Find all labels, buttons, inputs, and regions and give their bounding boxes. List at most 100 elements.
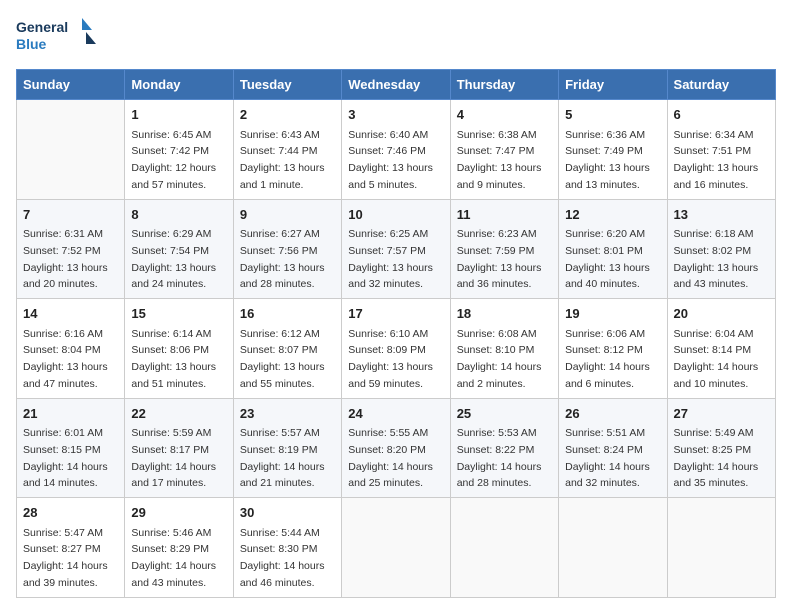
day-cell: 11 Sunrise: 6:23 AM Sunset: 7:59 PM Dayli… xyxy=(450,199,558,299)
day-number: 17 xyxy=(348,304,443,324)
day-number: 5 xyxy=(565,105,660,125)
day-number: 11 xyxy=(457,205,552,225)
day-info: Sunrise: 5:47 AM Sunset: 8:27 PM Dayligh… xyxy=(23,527,108,589)
header-cell-saturday: Saturday xyxy=(667,70,775,100)
day-cell: 19 Sunrise: 6:06 AM Sunset: 8:12 PM Dayli… xyxy=(559,299,667,399)
day-cell: 17 Sunrise: 6:10 AM Sunset: 8:09 PM Dayli… xyxy=(342,299,450,399)
day-cell: 2 Sunrise: 6:43 AM Sunset: 7:44 PM Daylig… xyxy=(233,100,341,200)
svg-text:Blue: Blue xyxy=(16,36,47,52)
day-info: Sunrise: 6:18 AM Sunset: 8:02 PM Dayligh… xyxy=(674,228,759,290)
day-info: Sunrise: 6:45 AM Sunset: 7:42 PM Dayligh… xyxy=(131,129,216,191)
day-info: Sunrise: 6:34 AM Sunset: 7:51 PM Dayligh… xyxy=(674,129,759,191)
week-row-4: 21 Sunrise: 6:01 AM Sunset: 8:15 PM Dayli… xyxy=(17,398,776,498)
day-cell: 21 Sunrise: 6:01 AM Sunset: 8:15 PM Dayli… xyxy=(17,398,125,498)
day-cell: 9 Sunrise: 6:27 AM Sunset: 7:56 PM Daylig… xyxy=(233,199,341,299)
day-number: 7 xyxy=(23,205,118,225)
calendar-body: 1Sunrise: 6:45 AM Sunset: 7:42 PM Daylig… xyxy=(17,100,776,598)
day-number: 16 xyxy=(240,304,335,324)
day-cell: 15 Sunrise: 6:14 AM Sunset: 8:06 PM Dayli… xyxy=(125,299,233,399)
day-number: 19 xyxy=(565,304,660,324)
day-info: Sunrise: 5:53 AM Sunset: 8:22 PM Dayligh… xyxy=(457,427,542,489)
svg-text:General: General xyxy=(16,19,68,35)
day-number: 30 xyxy=(240,503,335,523)
day-number: 27 xyxy=(674,404,769,424)
header-cell-tuesday: Tuesday xyxy=(233,70,341,100)
day-cell: 25 Sunrise: 5:53 AM Sunset: 8:22 PM Dayli… xyxy=(450,398,558,498)
day-cell: 26 Sunrise: 5:51 AM Sunset: 8:24 PM Dayli… xyxy=(559,398,667,498)
day-cell: 30 Sunrise: 5:44 AM Sunset: 8:30 PM Dayli… xyxy=(233,498,341,598)
day-info: Sunrise: 6:27 AM Sunset: 7:56 PM Dayligh… xyxy=(240,228,325,290)
day-cell: 5 Sunrise: 6:36 AM Sunset: 7:49 PM Daylig… xyxy=(559,100,667,200)
day-info: Sunrise: 6:06 AM Sunset: 8:12 PM Dayligh… xyxy=(565,328,650,390)
day-info: Sunrise: 6:43 AM Sunset: 7:44 PM Dayligh… xyxy=(240,129,325,191)
day-cell: 14Sunrise: 6:16 AM Sunset: 8:04 PM Dayli… xyxy=(17,299,125,399)
day-info: Sunrise: 5:46 AM Sunset: 8:29 PM Dayligh… xyxy=(131,527,216,589)
day-info: Sunrise: 5:44 AM Sunset: 8:30 PM Dayligh… xyxy=(240,527,325,589)
day-cell: 24 Sunrise: 5:55 AM Sunset: 8:20 PM Dayli… xyxy=(342,398,450,498)
day-info: Sunrise: 6:29 AM Sunset: 7:54 PM Dayligh… xyxy=(131,228,216,290)
day-info: Sunrise: 5:59 AM Sunset: 8:17 PM Dayligh… xyxy=(131,427,216,489)
day-info: Sunrise: 6:04 AM Sunset: 8:14 PM Dayligh… xyxy=(674,328,759,390)
header: General Blue xyxy=(16,16,776,61)
day-info: Sunrise: 6:23 AM Sunset: 7:59 PM Dayligh… xyxy=(457,228,542,290)
day-info: Sunrise: 6:14 AM Sunset: 8:06 PM Dayligh… xyxy=(131,328,216,390)
week-row-2: 7 Sunrise: 6:31 AM Sunset: 7:52 PM Daylig… xyxy=(17,199,776,299)
day-info: Sunrise: 6:16 AM Sunset: 8:04 PM Dayligh… xyxy=(23,328,108,390)
header-cell-thursday: Thursday xyxy=(450,70,558,100)
day-number: 24 xyxy=(348,404,443,424)
day-number: 22 xyxy=(131,404,226,424)
day-cell: 27 Sunrise: 5:49 AM Sunset: 8:25 PM Dayli… xyxy=(667,398,775,498)
day-info: Sunrise: 6:31 AM Sunset: 7:52 PM Dayligh… xyxy=(23,228,108,290)
header-cell-wednesday: Wednesday xyxy=(342,70,450,100)
day-cell: 12 Sunrise: 6:20 AM Sunset: 8:01 PM Dayli… xyxy=(559,199,667,299)
day-cell: 1Sunrise: 6:45 AM Sunset: 7:42 PM Daylig… xyxy=(125,100,233,200)
day-number: 25 xyxy=(457,404,552,424)
day-number: 15 xyxy=(131,304,226,324)
day-number: 9 xyxy=(240,205,335,225)
day-info: Sunrise: 5:51 AM Sunset: 8:24 PM Dayligh… xyxy=(565,427,650,489)
day-number: 2 xyxy=(240,105,335,125)
day-number: 3 xyxy=(348,105,443,125)
day-info: Sunrise: 5:49 AM Sunset: 8:25 PM Dayligh… xyxy=(674,427,759,489)
day-number: 28 xyxy=(23,503,118,523)
day-info: Sunrise: 6:10 AM Sunset: 8:09 PM Dayligh… xyxy=(348,328,433,390)
day-cell xyxy=(17,100,125,200)
day-info: Sunrise: 6:40 AM Sunset: 7:46 PM Dayligh… xyxy=(348,129,433,191)
day-cell: 20Sunrise: 6:04 AM Sunset: 8:14 PM Dayli… xyxy=(667,299,775,399)
day-cell xyxy=(559,498,667,598)
week-row-3: 14Sunrise: 6:16 AM Sunset: 8:04 PM Dayli… xyxy=(17,299,776,399)
day-info: Sunrise: 6:36 AM Sunset: 7:49 PM Dayligh… xyxy=(565,129,650,191)
day-cell: 4 Sunrise: 6:38 AM Sunset: 7:47 PM Daylig… xyxy=(450,100,558,200)
day-number: 10 xyxy=(348,205,443,225)
header-cell-friday: Friday xyxy=(559,70,667,100)
day-cell: 7 Sunrise: 6:31 AM Sunset: 7:52 PM Daylig… xyxy=(17,199,125,299)
day-number: 6 xyxy=(674,105,769,125)
day-number: 18 xyxy=(457,304,552,324)
day-cell: 6 Sunrise: 6:34 AM Sunset: 7:51 PM Daylig… xyxy=(667,100,775,200)
day-info: Sunrise: 6:12 AM Sunset: 8:07 PM Dayligh… xyxy=(240,328,325,390)
day-info: Sunrise: 6:20 AM Sunset: 8:01 PM Dayligh… xyxy=(565,228,650,290)
day-info: Sunrise: 6:01 AM Sunset: 8:15 PM Dayligh… xyxy=(23,427,108,489)
day-number: 4 xyxy=(457,105,552,125)
day-number: 12 xyxy=(565,205,660,225)
day-cell: 23Sunrise: 5:57 AM Sunset: 8:19 PM Dayli… xyxy=(233,398,341,498)
day-number: 13 xyxy=(674,205,769,225)
calendar-header-row: SundayMondayTuesdayWednesdayThursdayFrid… xyxy=(17,70,776,100)
day-number: 21 xyxy=(23,404,118,424)
day-cell: 8Sunrise: 6:29 AM Sunset: 7:54 PM Daylig… xyxy=(125,199,233,299)
day-cell: 16 Sunrise: 6:12 AM Sunset: 8:07 PM Dayli… xyxy=(233,299,341,399)
day-info: Sunrise: 6:08 AM Sunset: 8:10 PM Dayligh… xyxy=(457,328,542,390)
day-info: Sunrise: 6:38 AM Sunset: 7:47 PM Dayligh… xyxy=(457,129,542,191)
day-number: 29 xyxy=(131,503,226,523)
day-cell: 10Sunrise: 6:25 AM Sunset: 7:57 PM Dayli… xyxy=(342,199,450,299)
day-cell xyxy=(342,498,450,598)
day-cell xyxy=(667,498,775,598)
calendar-table: SundayMondayTuesdayWednesdayThursdayFrid… xyxy=(16,69,776,598)
day-info: Sunrise: 5:55 AM Sunset: 8:20 PM Dayligh… xyxy=(348,427,433,489)
header-cell-sunday: Sunday xyxy=(17,70,125,100)
header-cell-monday: Monday xyxy=(125,70,233,100)
day-number: 26 xyxy=(565,404,660,424)
day-number: 23 xyxy=(240,404,335,424)
day-cell: 28 Sunrise: 5:47 AM Sunset: 8:27 PM Dayli… xyxy=(17,498,125,598)
week-row-5: 28 Sunrise: 5:47 AM Sunset: 8:27 PM Dayli… xyxy=(17,498,776,598)
